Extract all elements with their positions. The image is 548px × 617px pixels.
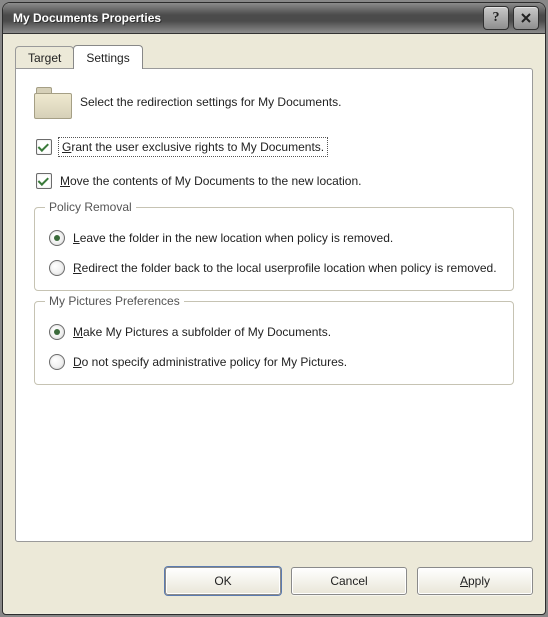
policy-removal-legend: Policy Removal bbox=[45, 200, 136, 214]
tab-settings-label: Settings bbox=[86, 51, 129, 65]
no-admin-label[interactable]: Do not specify administrative policy for… bbox=[73, 354, 347, 370]
properties-dialog: My Documents Properties ? Target Setting… bbox=[2, 2, 546, 615]
cancel-button[interactable]: Cancel bbox=[291, 567, 407, 595]
leave-folder-label[interactable]: Leave the folder in the new location whe… bbox=[73, 230, 393, 246]
help-button[interactable]: ? bbox=[483, 6, 509, 30]
help-icon: ? bbox=[493, 11, 500, 25]
apply-label: Apply bbox=[460, 574, 490, 588]
policy-removal-group: Policy Removal Leave the folder in the n… bbox=[34, 207, 514, 291]
my-pictures-legend: My Pictures Preferences bbox=[45, 294, 184, 308]
window-title: My Documents Properties bbox=[13, 11, 479, 25]
redirect-folder-label[interactable]: Redirect the folder back to the local us… bbox=[73, 260, 497, 276]
move-contents-label[interactable]: Move the contents of My Documents to the… bbox=[60, 173, 362, 189]
redirect-folder-radio[interactable] bbox=[49, 260, 65, 276]
tab-settings[interactable]: Settings bbox=[73, 45, 142, 69]
subfolder-radio[interactable] bbox=[49, 324, 65, 340]
apply-button[interactable]: Apply bbox=[417, 567, 533, 595]
my-pictures-group: My Pictures Preferences Make My Pictures… bbox=[34, 301, 514, 385]
cancel-label: Cancel bbox=[330, 574, 367, 588]
leave-folder-radio[interactable] bbox=[49, 230, 65, 246]
title-bar: My Documents Properties ? bbox=[3, 3, 545, 34]
settings-panel: Select the redirection settings for My D… bbox=[15, 68, 533, 542]
close-icon bbox=[520, 12, 532, 24]
subfolder-label[interactable]: Make My Pictures a subfolder of My Docum… bbox=[73, 324, 331, 340]
dialog-footer: OK Cancel Apply bbox=[3, 550, 545, 614]
close-button[interactable] bbox=[513, 6, 539, 30]
tab-target-label: Target bbox=[28, 51, 61, 65]
no-admin-radio[interactable] bbox=[49, 354, 65, 370]
panel-description: Select the redirection settings for My D… bbox=[80, 95, 341, 109]
move-contents-checkbox[interactable] bbox=[36, 173, 52, 189]
ok-button[interactable]: OK bbox=[165, 567, 281, 595]
tab-target[interactable]: Target bbox=[15, 46, 74, 68]
tab-strip: Target Settings bbox=[15, 44, 533, 68]
folder-icon bbox=[34, 87, 70, 117]
client-area: Target Settings Select the redirection s… bbox=[3, 34, 545, 550]
ok-label: OK bbox=[214, 574, 231, 588]
exclusive-rights-label[interactable]: Grant the user exclusive rights to My Do… bbox=[60, 139, 326, 155]
exclusive-rights-checkbox[interactable] bbox=[36, 139, 52, 155]
